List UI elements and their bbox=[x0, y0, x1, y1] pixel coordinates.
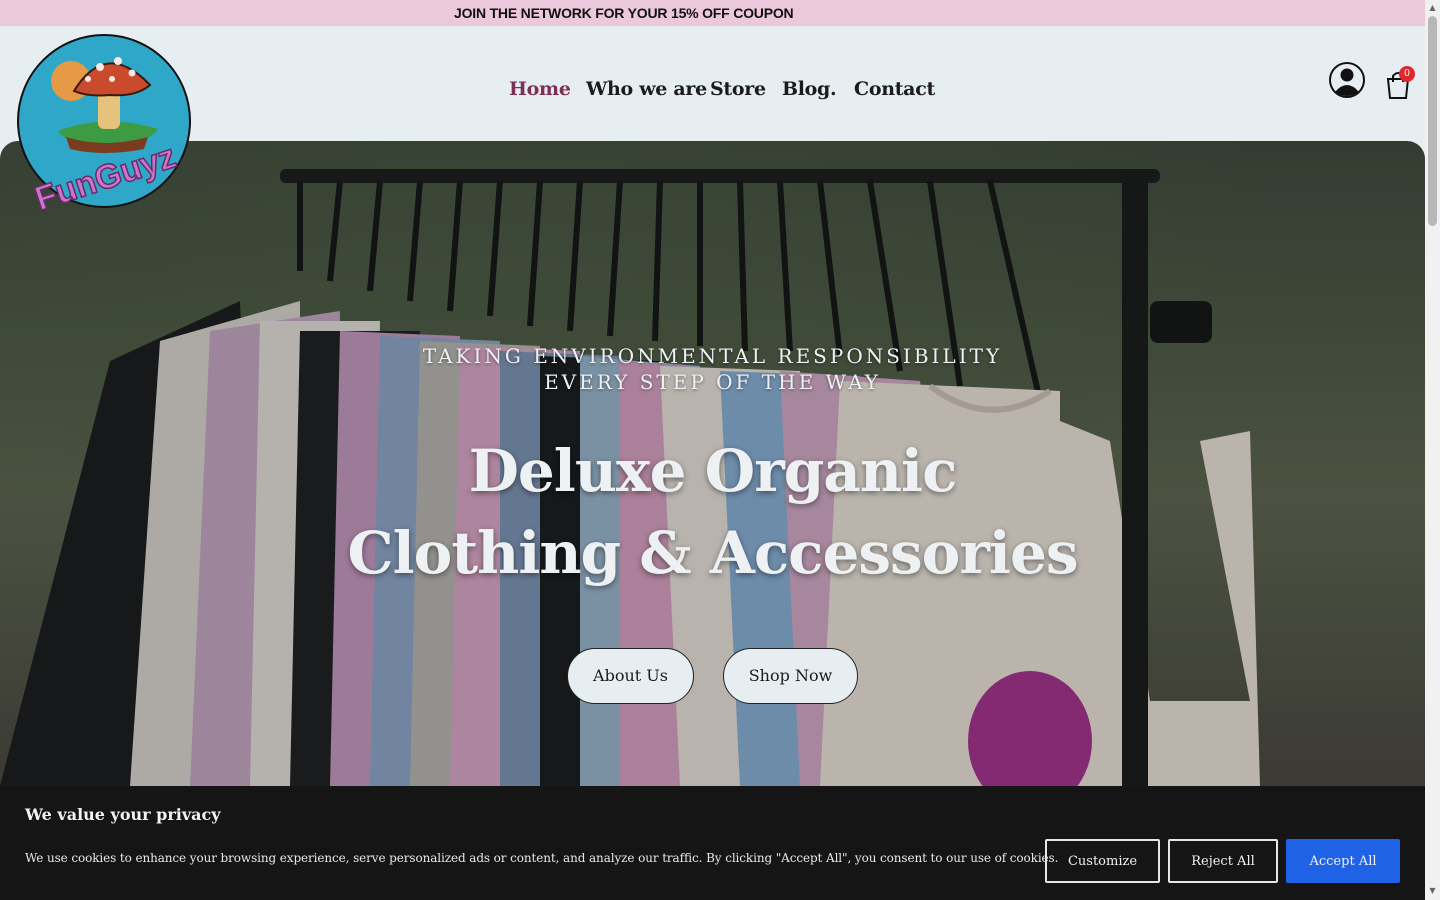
hero-eyebrow: TAKING ENVIRONMENTAL RESPONSIBILITY EVER… bbox=[0, 343, 1425, 395]
page-scrollbar[interactable]: ▲ ▼ bbox=[1425, 0, 1440, 900]
mushroom-logo-icon: FunGuyz bbox=[17, 34, 191, 219]
cart-count-badge: 0 bbox=[1399, 66, 1415, 82]
nav-blog[interactable]: Blog. bbox=[782, 78, 837, 100]
hero-eyebrow-line1: TAKING ENVIRONMENTAL RESPONSIBILITY bbox=[422, 344, 1003, 368]
nav-store[interactable]: Store bbox=[710, 78, 766, 100]
scroll-up-arrow-icon[interactable]: ▲ bbox=[1428, 3, 1437, 12]
reject-all-button[interactable]: Reject All bbox=[1168, 839, 1278, 883]
customize-button[interactable]: Customize bbox=[1045, 839, 1160, 883]
shop-now-button[interactable]: Shop Now bbox=[723, 648, 858, 704]
promo-text: JOIN THE NETWORK FOR YOUR 15% OFF COUPON bbox=[454, 5, 794, 21]
hero-title: Deluxe Organic Clothing & Accessories bbox=[0, 430, 1425, 594]
cookie-title: We value your privacy bbox=[25, 805, 221, 824]
nav-home[interactable]: Home bbox=[509, 78, 571, 100]
user-account-icon[interactable] bbox=[1328, 61, 1366, 99]
hero-eyebrow-line2: EVERY STEP OF THE WAY bbox=[544, 370, 881, 394]
nav-who-we-are[interactable]: Who we are bbox=[586, 78, 707, 100]
scroll-down-arrow-icon[interactable]: ▼ bbox=[1428, 886, 1437, 895]
promo-bar: JOIN THE NETWORK FOR YOUR 15% OFF COUPON bbox=[0, 0, 1425, 26]
main-nav: Home Who we are Store Blog. Contact bbox=[0, 78, 1425, 106]
hero-title-line2: Clothing & Accessories bbox=[347, 519, 1078, 587]
scroll-thumb[interactable] bbox=[1428, 16, 1437, 226]
cookie-text: We use cookies to enhance your browsing … bbox=[25, 851, 1059, 865]
cookie-consent-banner: We value your privacy We use cookies to … bbox=[0, 786, 1425, 900]
accept-all-button[interactable]: Accept All bbox=[1286, 839, 1400, 883]
brand-logo[interactable]: FunGuyz bbox=[16, 33, 192, 219]
nav-contact[interactable]: Contact bbox=[854, 78, 935, 100]
hero-title-line1: Deluxe Organic bbox=[468, 437, 958, 505]
about-us-button[interactable]: About Us bbox=[567, 648, 694, 704]
